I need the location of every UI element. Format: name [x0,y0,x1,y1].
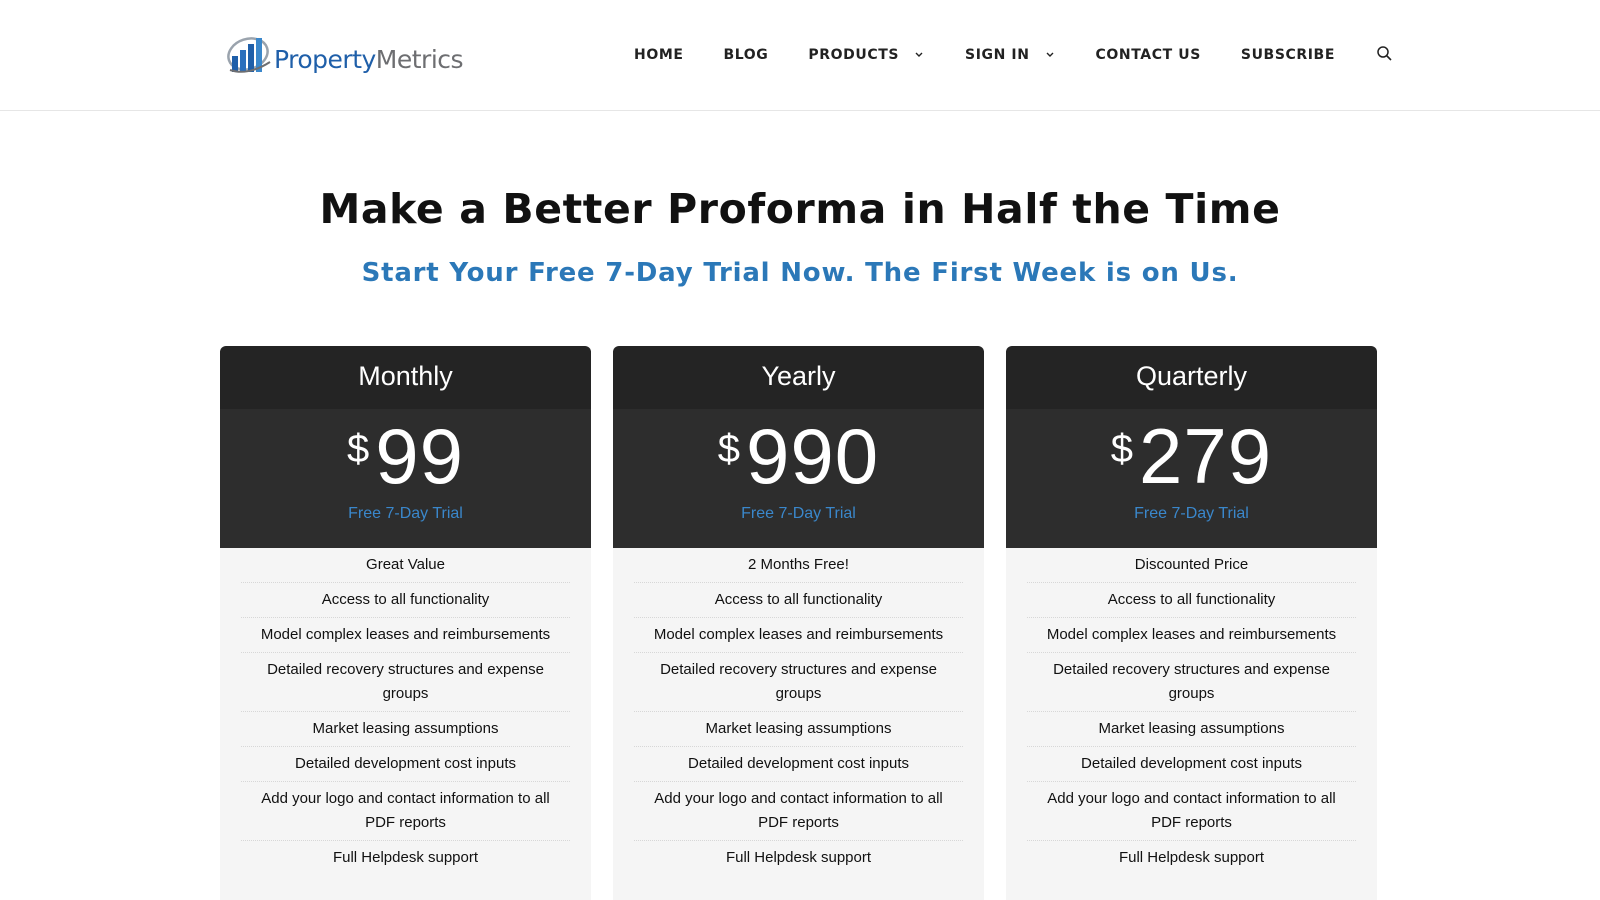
feature-item: Access to all functionality [634,583,963,618]
plan-name: Monthly [220,346,591,409]
feature-item: Detailed recovery structures and expense… [241,653,570,712]
feature-item: Market leasing assumptions [241,712,570,747]
price-row: $ 990 [613,417,984,495]
nav-sign-in[interactable]: SIGN IN [965,47,1056,63]
plan-name: Quarterly [1006,346,1377,409]
feature-list: Discounted Price Access to all functiona… [1006,548,1377,900]
pricing-card-monthly: Monthly $ 99 Free 7-Day Trial Great Valu… [220,346,591,900]
main-nav: HOME BLOG PRODUCTS SIGN IN CONTACT US SU… [634,45,1395,65]
feature-item: Great Value [241,548,570,583]
logo-text: PropertyMetrics [274,44,464,74]
price-row: $ 99 [220,417,591,495]
feature-item: Model complex leases and reimbursements [241,618,570,653]
pricing-card-quarterly: Quarterly $ 279 Free 7-Day Trial Discoun… [1006,346,1377,900]
feature-item: Detailed development cost inputs [634,747,963,782]
free-trial-link[interactable]: Free 7-Day Trial [220,505,591,523]
feature-item: Market leasing assumptions [634,712,963,747]
feature-item: Model complex leases and reimbursements [634,618,963,653]
search-icon[interactable] [1375,44,1395,64]
feature-item: Discounted Price [1027,548,1356,583]
nav-subscribe[interactable]: SUBSCRIBE [1241,47,1335,63]
currency-symbol: $ [346,427,370,471]
logo-text-part1: Property [274,44,376,74]
feature-item: 2 Months Free! [634,548,963,583]
free-trial-link[interactable]: Free 7-Day Trial [1006,505,1377,523]
feature-item: Market leasing assumptions [1027,712,1356,747]
feature-item: Access to all functionality [241,583,570,618]
feature-item: Add your logo and contact information to… [1027,782,1356,841]
feature-item: Full Helpdesk support [1118,849,1265,866]
nav-blog[interactable]: BLOG [724,47,769,63]
currency-symbol: $ [1110,427,1134,471]
pricing-card-yearly: Yearly $ 990 Free 7-Day Trial 2 Months F… [613,346,984,900]
nav-sign-in-label: SIGN IN [965,47,1030,63]
feature-item: Full Helpdesk support [332,849,479,866]
plan-price-box: $ 990 Free 7-Day Trial [613,409,984,548]
free-trial-link[interactable]: Free 7-Day Trial [613,505,984,523]
feature-item: Access to all functionality [1027,583,1356,618]
feature-item: Add your logo and contact information to… [634,782,963,841]
plan-price-box: $ 99 Free 7-Day Trial [220,409,591,548]
nav-products[interactable]: PRODUCTS [808,47,925,63]
nav-products-label: PRODUCTS [808,47,900,63]
nav-contact-us[interactable]: CONTACT US [1096,47,1201,63]
chevron-down-icon [1044,48,1056,58]
feature-list: Great Value Access to all functionality … [220,548,591,900]
feature-item: Detailed development cost inputs [241,747,570,782]
feature-item: Detailed recovery structures and expense… [1027,653,1356,712]
page-subtitle: Start Your Free 7-Day Trial Now. The Fir… [361,258,1239,288]
price-row: $ 279 [1006,417,1377,495]
feature-item: Full Helpdesk support [725,849,872,866]
logo[interactable]: PropertyMetrics [226,32,464,78]
feature-item: Detailed development cost inputs [1027,747,1356,782]
pricing-cards: Monthly $ 99 Free 7-Day Trial Great Valu… [220,346,1378,900]
plan-price-box: $ 279 Free 7-Day Trial [1006,409,1377,548]
feature-item: Detailed recovery structures and expense… [634,653,963,712]
plan-price: 279 [1139,412,1273,500]
plan-price: 990 [746,412,880,500]
site-header: PropertyMetrics HOME BLOG PRODUCTS SIGN … [0,0,1600,111]
chevron-down-icon [913,48,925,58]
feature-item: Add your logo and contact information to… [241,782,570,841]
feature-item: Model complex leases and reimbursements [1027,618,1356,653]
plan-price: 99 [375,412,464,500]
logo-text-part2: Metrics [375,44,464,74]
nav-home[interactable]: HOME [634,47,684,63]
bar-chart-logo-icon [226,32,276,78]
plan-name: Yearly [613,346,984,409]
feature-list: 2 Months Free! Access to all functionali… [613,548,984,900]
currency-symbol: $ [717,427,741,471]
page-title: Make a Better Proforma in Half the Time [319,185,1281,233]
